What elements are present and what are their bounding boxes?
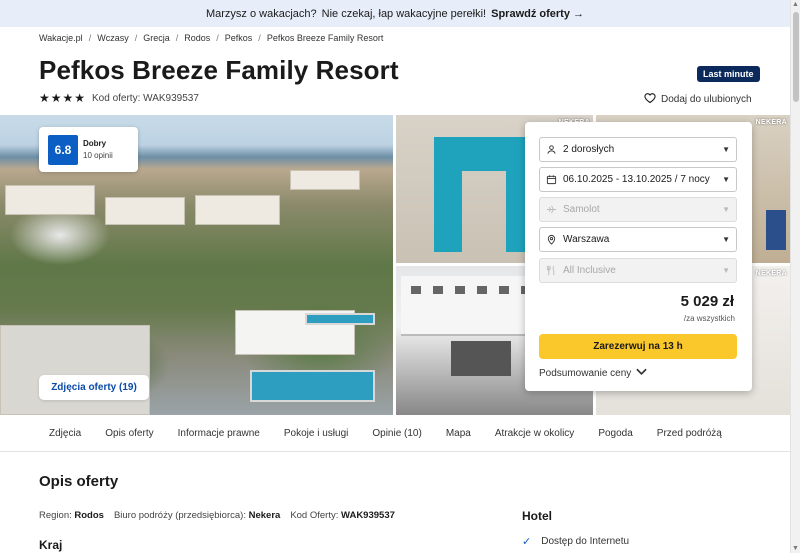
chevron-down-icon: ▼ [722,266,730,275]
offer-tabs: Zdjęcia Opis oferty Informacje prawne Po… [0,415,790,452]
country-heading: Kraj [39,538,63,552]
chevron-down-icon: ▼ [722,205,730,214]
price-summary-label: Podsumowanie ceny [539,368,632,379]
amenity-item: ✓ Dostęp do Internetu [522,535,629,548]
building-shape [105,197,185,225]
building-shape [195,195,280,225]
breadcrumb-separator: / [88,33,92,43]
scrollbar-thumb[interactable] [793,12,799,102]
region-info: Region: Rodos [39,510,104,521]
code-label: Kod Oferty: [290,510,339,521]
transport-select[interactable]: Samolot ▼ [539,197,737,222]
code-info: Kod Oferty: WAK939537 [290,510,395,521]
guests-value: 2 dorosłych [563,144,615,155]
board-select[interactable]: All Inclusive ▼ [539,258,737,283]
rating-label: Dobry [83,139,107,148]
rating-score: 6.8 [48,134,78,165]
region-value: Rodos [74,510,104,521]
promo-text: Marzysz o wakacjach? [205,7,317,20]
breadcrumb-separator: / [175,33,179,43]
pool-shape [250,370,375,402]
favorites-label: Dodaj do ulubionych [661,94,752,105]
rating-reviews: 10 opinii [83,151,113,160]
departure-value: Warszawa [563,234,610,245]
offer-meta: Region: Rodos Biuro podróży (przedsiębio… [39,510,395,521]
tab-reviews[interactable]: Opinie (10) [372,428,421,439]
main-photo[interactable]: 6.8 Dobry 10 opinii Zdjęcia oferty (19) [0,115,393,415]
operator-value: Nekera [248,510,281,521]
heart-icon [644,92,656,107]
promo-text-2: Nie czekaj, łap wakacyjne perełki! [321,7,487,20]
region-label: Region: [39,510,72,521]
building-shape [5,185,95,215]
tab-description[interactable]: Opis oferty [105,428,153,439]
hotel-heading: Hotel [522,509,552,523]
chevron-down-icon: ▼ [722,175,730,184]
scroll-down-icon[interactable]: ▼ [792,545,799,552]
building-shape [0,325,150,415]
breadcrumb: Wakacje.pl / Wczasy / Grecja / Rodos / Pefko… [39,33,383,43]
photos-button[interactable]: Zdjęcia oferty (19) [39,375,149,400]
chevron-down-icon: ▼ [722,235,730,244]
board-value: All Inclusive [563,265,616,276]
breadcrumb-item[interactable]: Wakacje.pl [39,33,83,43]
add-to-favorites-button[interactable]: Dodaj do ulubionych [644,92,752,107]
person-icon [546,144,557,155]
building-shape [290,170,360,190]
offer-code: Kod oferty: WAK939537 [92,93,199,104]
page-title: Pefkos Breeze Family Resort [39,55,399,85]
operator-label: Biuro podróży (przedsiębiorca): [113,510,246,521]
promo-cta-link[interactable]: Sprawdź oferty → [491,8,584,20]
promo-banner[interactable]: Marzysz o wakacjach? Nie czekaj, łap wak… [0,0,790,27]
operator-tag: NEKERA [755,119,787,126]
last-minute-badge: Last minute [697,66,760,82]
location-pin-icon [546,234,557,245]
tab-rooms[interactable]: Pokoje i usługi [284,428,348,439]
chevron-down-icon: ▼ [722,145,730,154]
tab-map[interactable]: Mapa [446,428,471,439]
breadcrumb-current: Pefkos Breeze Family Resort [266,33,384,43]
tab-legal-info[interactable]: Informacje prawne [178,428,260,439]
total-price: 5 029 zł [680,293,734,310]
transport-value: Samolot [563,204,600,215]
operator-info: Biuro podróży (przedsiębiorca): Nekera [114,510,280,521]
decor-shape [766,210,786,250]
tab-photos[interactable]: Zdjęcia [49,428,81,439]
scrollbar[interactable]: ▲ ▼ [790,0,800,553]
dates-value: 06.10.2025 - 13.10.2025 / 7 nocy [563,174,710,185]
scroll-up-icon[interactable]: ▲ [792,1,799,8]
calendar-icon [546,174,557,185]
breadcrumb-item[interactable]: Pefkos [225,33,253,43]
guests-select[interactable]: 2 dorosłych ▼ [539,137,737,162]
breadcrumb-separator: / [134,33,138,43]
reserve-button[interactable]: Zarezerwuj na 13 h [539,334,737,359]
rating-card[interactable]: 6.8 Dobry 10 opinii [39,127,138,172]
breadcrumb-separator: / [258,33,261,43]
tab-before-trip[interactable]: Przed podróżą [657,428,722,439]
tab-attractions[interactable]: Atrakcje w okolicy [495,428,574,439]
breadcrumb-item[interactable]: Wczasy [97,33,129,43]
description-heading: Opis oferty [39,473,119,490]
operator-tag: NEKERA [755,270,787,277]
departure-select[interactable]: Warszawa ▼ [539,227,737,252]
breadcrumb-separator: / [216,33,219,43]
star-rating: ★★★★ [39,91,87,105]
booking-panel: 2 dorosłych ▼ 06.10.2025 - 13.10.2025 / … [525,122,752,391]
entrance-shape [451,341,511,376]
checkmark-icon: ✓ [522,536,532,548]
dates-select[interactable]: 06.10.2025 - 13.10.2025 / 7 nocy ▼ [539,167,737,192]
plane-icon [546,204,557,215]
price-summary-toggle[interactable]: Podsumowanie ceny [539,368,647,379]
amenity-label: Dostęp do Internetu [541,536,630,547]
price-note: /za wszystkich [683,314,735,323]
chevron-down-icon [636,368,647,379]
pool-shape [305,313,375,325]
breadcrumb-item[interactable]: Rodos [184,33,210,43]
cutlery-icon [546,265,557,276]
code-value: WAK939537 [341,510,395,521]
breadcrumb-item[interactable]: Grecja [143,33,170,43]
tab-weather[interactable]: Pogoda [598,428,632,439]
